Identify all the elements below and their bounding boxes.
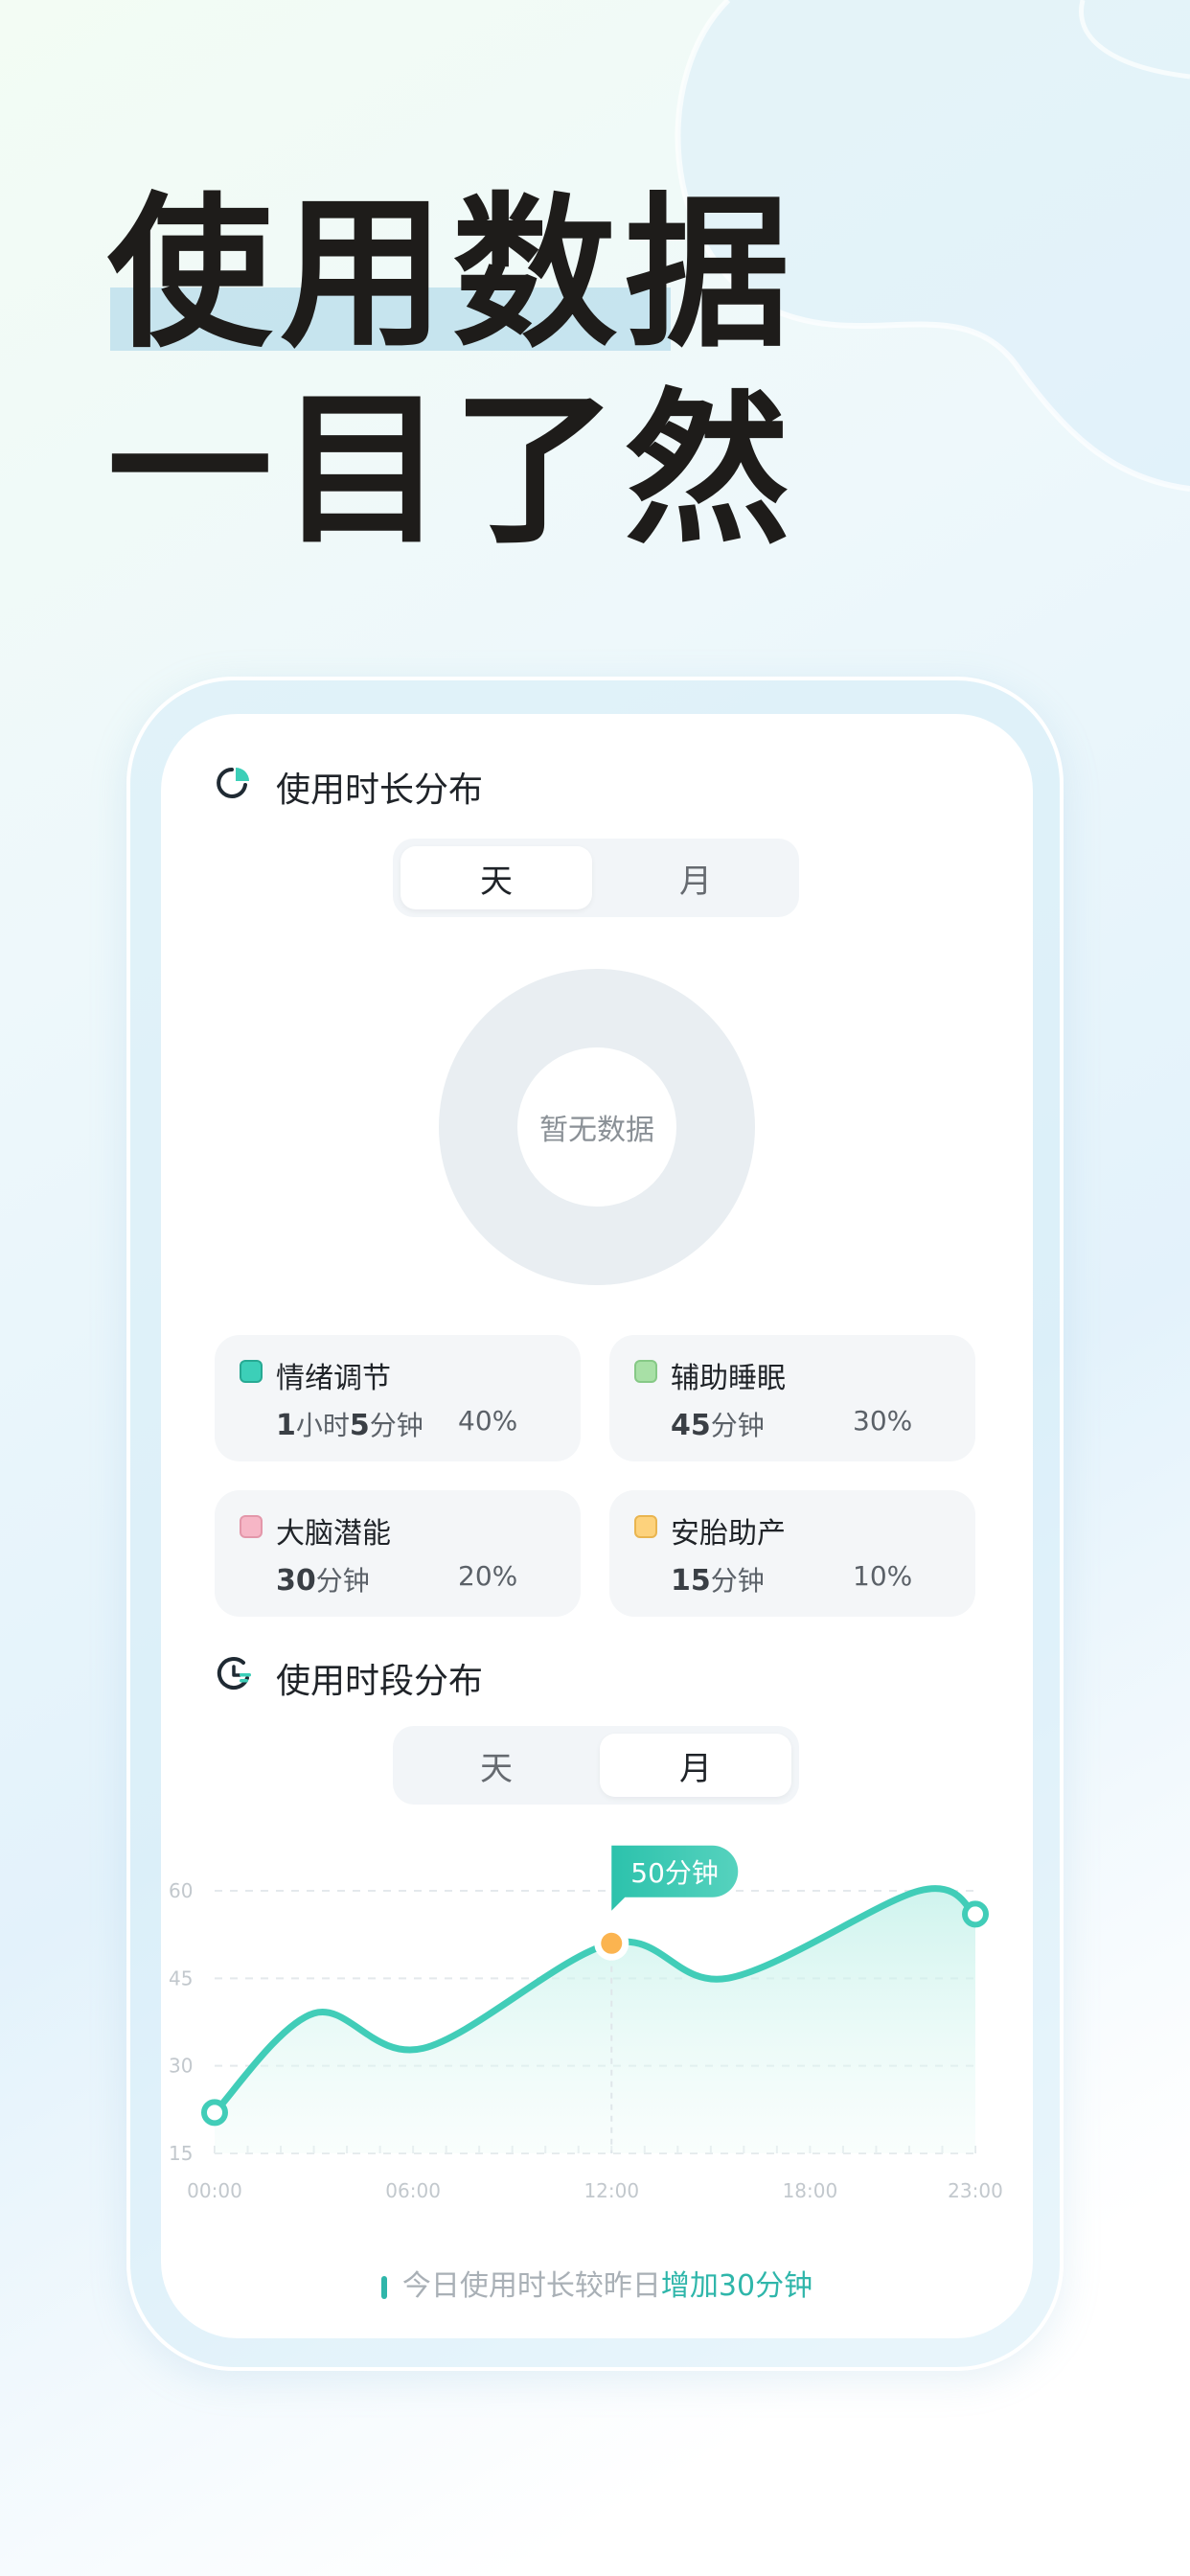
headline-line-1: 使用数据 — [107, 177, 797, 370]
legend-percent: 30% — [853, 1405, 913, 1437]
data-point[interactable] — [962, 1900, 989, 1928]
period-toggle: 天 月 — [393, 1726, 799, 1805]
footer-highlight: 增加30分钟 — [660, 2269, 813, 2303]
tooltip-text: 50分钟 — [630, 1857, 719, 1889]
y-tick-label: 60 — [169, 1879, 193, 1902]
tab-month[interactable]: 月 — [600, 846, 791, 909]
y-tick-label: 30 — [169, 2055, 193, 2078]
legend-duration: 1小时5分钟 — [276, 1409, 423, 1442]
x-tick-label: 06:00 — [385, 2179, 441, 2202]
donut-empty-text: 暂无数据 — [517, 1047, 676, 1207]
x-tick-label: 18:00 — [783, 2179, 838, 2202]
legend-item-emotion[interactable]: 情绪调节 1小时5分钟 40% — [215, 1335, 581, 1461]
usage-duration-title: 使用时长分布 — [276, 770, 484, 810]
legend-duration: 15分钟 — [671, 1564, 765, 1598]
x-tick-label: 23:00 — [948, 2179, 1003, 2202]
tab-month[interactable]: 月 — [600, 1734, 791, 1797]
highlight-point[interactable] — [601, 1932, 623, 1954]
footer-prefix: 今日使用时长较昨日 — [401, 2269, 661, 2303]
donut-chart: 暂无数据 — [439, 969, 755, 1285]
legend-duration: 45分钟 — [671, 1409, 765, 1442]
stats-card: 使用时长分布 天 月 暂无数据 情绪调节 1小时5分钟 40% 辅助睡眠 45分… — [161, 714, 1033, 2338]
legend-name: 情绪调节 — [276, 1362, 391, 1395]
legend-swatch — [634, 1515, 657, 1538]
tab-day[interactable]: 天 — [400, 1734, 592, 1797]
legend-item-sleep[interactable]: 辅助睡眠 45分钟 30% — [609, 1335, 975, 1461]
y-tick-label: 45 — [169, 1966, 193, 1990]
legend-swatch — [634, 1360, 657, 1383]
legend-name: 辅助睡眠 — [671, 1362, 786, 1395]
legend-name: 大脑潜能 — [276, 1517, 391, 1551]
y-tick-label: 15 — [169, 2142, 193, 2165]
clock-chart-icon — [217, 1657, 251, 1690]
footer-accent-bar — [380, 2275, 387, 2299]
usage-line-chart: 15 30 45 60 00:00 06:00 12:00 18:00 23:00 50分钟 — [169, 1845, 1003, 2202]
legend-item-pregnancy[interactable]: 安胎助产 15分钟 10% — [609, 1490, 975, 1617]
legend-swatch — [240, 1360, 263, 1383]
legend-percent: 20% — [458, 1560, 518, 1592]
legend-duration: 30分钟 — [276, 1564, 370, 1598]
pie-chart-icon — [217, 768, 249, 798]
legend-percent: 40% — [458, 1405, 518, 1437]
duration-period-toggle: 天 月 — [393, 839, 799, 917]
legend-percent: 10% — [853, 1560, 913, 1592]
value-tooltip: 50分钟 — [611, 1845, 739, 1911]
legend-swatch — [240, 1515, 263, 1538]
area-fill — [215, 1888, 975, 2153]
data-point[interactable] — [201, 2099, 228, 2127]
usage-period-title: 使用时段分布 — [276, 1662, 484, 1701]
x-tick-label: 00:00 — [187, 2179, 242, 2202]
headline-line-2: 一目了然 — [107, 374, 797, 566]
tab-day[interactable]: 天 — [400, 846, 592, 909]
comparison-footer: 今日使用时长较昨日增加30分钟 — [161, 2262, 1033, 2304]
legend-item-brain[interactable]: 大脑潜能 30分钟 20% — [215, 1490, 581, 1617]
x-tick-label: 12:00 — [584, 2179, 639, 2202]
legend-name: 安胎助产 — [671, 1517, 786, 1551]
